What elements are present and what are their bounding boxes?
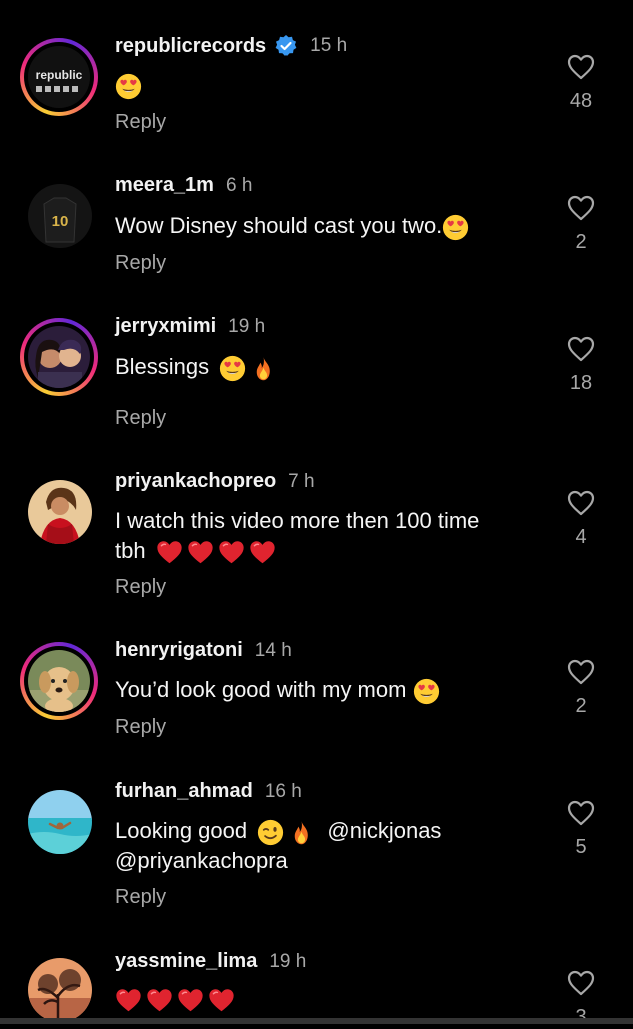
heart-eyes-emoji-icon bbox=[413, 678, 440, 705]
svg-text:10: 10 bbox=[52, 213, 69, 230]
avatar-puppy-image bbox=[28, 650, 90, 712]
red-heart-emoji-icon bbox=[146, 987, 173, 1014]
reply-button[interactable]: Reply bbox=[115, 111, 166, 134]
red-heart-emoji-icon bbox=[218, 539, 245, 566]
avatar-furhan_ahmad[interactable] bbox=[28, 790, 92, 854]
avatar-couple-illustration bbox=[28, 326, 90, 388]
username[interactable]: meera_1m bbox=[115, 174, 214, 197]
username[interactable]: furhan_ahmad bbox=[115, 780, 253, 803]
comment-text: I watch this video more then 100 time tb… bbox=[115, 506, 535, 566]
like-count[interactable]: 4 bbox=[561, 526, 601, 549]
like-button[interactable]: 2 bbox=[561, 195, 601, 254]
wink-emoji-icon bbox=[257, 819, 284, 846]
red-heart-emoji-icon bbox=[208, 987, 235, 1014]
timestamp: 19 h bbox=[228, 315, 266, 337]
avatar-jerryxmimi[interactable] bbox=[20, 318, 98, 396]
heart-eyes-emoji-icon bbox=[115, 73, 142, 100]
heart-eyes-emoji-icon bbox=[442, 214, 469, 241]
fire-emoji-icon bbox=[250, 355, 277, 382]
username[interactable]: henryrigatoni bbox=[115, 639, 243, 662]
avatar-henryrigatoni[interactable] bbox=[20, 642, 98, 720]
reply-button[interactable]: Reply bbox=[115, 252, 166, 275]
avatar-portrait-image bbox=[28, 480, 92, 544]
timestamp: 19 h bbox=[269, 950, 307, 972]
republic-logo-icon: republic bbox=[28, 46, 90, 108]
heart-outline-icon bbox=[567, 659, 595, 685]
comment-text bbox=[115, 984, 535, 1014]
svg-text:republic: republic bbox=[36, 68, 83, 82]
reply-button[interactable]: Reply bbox=[115, 716, 166, 739]
red-heart-emoji-icon bbox=[187, 539, 214, 566]
heart-outline-icon bbox=[567, 490, 595, 516]
like-button[interactable]: 2 bbox=[561, 659, 601, 718]
red-heart-emoji-icon bbox=[249, 539, 276, 566]
avatar-beach-image bbox=[28, 790, 92, 854]
heart-outline-icon bbox=[567, 54, 595, 80]
username[interactable]: yassmine_lima bbox=[115, 950, 257, 973]
reply-button[interactable]: Reply bbox=[115, 407, 166, 430]
red-heart-emoji-icon bbox=[156, 539, 183, 566]
avatar-yassmine_lima[interactable] bbox=[28, 958, 92, 1022]
heart-outline-icon bbox=[567, 195, 595, 221]
fire-emoji-icon bbox=[288, 819, 315, 846]
avatar-jersey-image: 10 bbox=[28, 184, 92, 248]
avatar-republicrecords[interactable]: republic bbox=[20, 38, 98, 116]
timestamp: 16 h bbox=[264, 780, 302, 802]
avatar-priyankachopreo[interactable] bbox=[28, 480, 92, 544]
avatar-sunset-tree-image bbox=[28, 958, 92, 1022]
red-heart-emoji-icon bbox=[115, 987, 142, 1014]
bottom-scroll-indicator bbox=[0, 1018, 633, 1024]
timestamp: 15 h bbox=[310, 35, 348, 56]
like-button[interactable]: 18 bbox=[561, 336, 601, 395]
like-count[interactable]: 48 bbox=[561, 90, 601, 113]
like-count[interactable]: 2 bbox=[561, 695, 601, 718]
like-count[interactable]: 18 bbox=[561, 372, 601, 395]
like-button[interactable]: 48 bbox=[561, 54, 601, 113]
heart-eyes-emoji-icon bbox=[219, 355, 246, 382]
comment-text: Blessings bbox=[115, 352, 535, 382]
verified-badge-icon bbox=[274, 34, 298, 58]
timestamp: 14 h bbox=[254, 639, 292, 661]
like-button[interactable]: 5 bbox=[561, 800, 601, 859]
timestamp: 6 h bbox=[225, 174, 253, 196]
like-count[interactable]: 5 bbox=[561, 836, 601, 859]
heart-outline-icon bbox=[567, 336, 595, 362]
reply-button[interactable]: Reply bbox=[115, 886, 166, 909]
username[interactable]: republicrecords bbox=[115, 35, 266, 58]
red-heart-emoji-icon bbox=[177, 987, 204, 1014]
comment-text bbox=[115, 70, 535, 100]
comment-text: Wow Disney should cast you two. bbox=[115, 211, 535, 241]
avatar-meera_1m[interactable]: 10 bbox=[28, 184, 92, 248]
heart-outline-icon bbox=[567, 970, 595, 996]
comment-text: Looking good @nickjonas @priyankachopra bbox=[115, 816, 535, 876]
mention-link[interactable]: @nickjonas bbox=[327, 818, 441, 843]
username[interactable]: priyankachopreo bbox=[115, 470, 276, 493]
mention-link[interactable]: @priyankachopra bbox=[115, 846, 535, 876]
like-count[interactable]: 2 bbox=[561, 231, 601, 254]
like-button[interactable]: 4 bbox=[561, 490, 601, 549]
reply-button[interactable]: Reply bbox=[115, 576, 166, 599]
comment-text: You’d look good with my mom bbox=[115, 675, 535, 705]
timestamp: 7 h bbox=[288, 470, 315, 492]
username[interactable]: jerryxmimi bbox=[115, 315, 216, 338]
heart-outline-icon bbox=[567, 800, 595, 826]
